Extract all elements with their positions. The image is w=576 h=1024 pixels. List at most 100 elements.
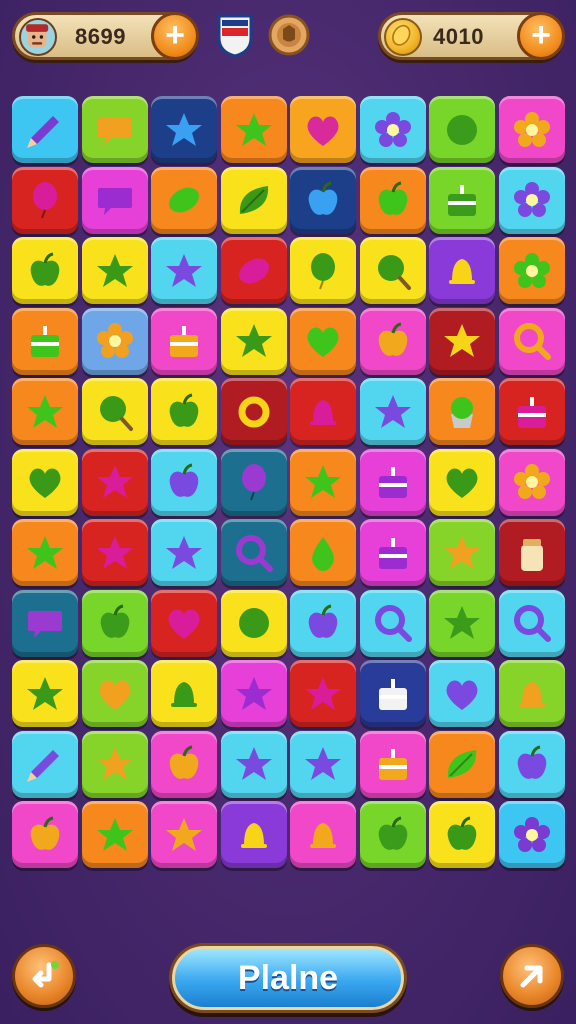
heart-icon xyxy=(446,468,478,498)
tile-pink-star[interactable] xyxy=(151,801,217,868)
tile-green-heart[interactable] xyxy=(81,660,148,727)
tile-pink-cake[interactable] xyxy=(359,730,426,798)
tile-purple-bell[interactable] xyxy=(220,801,287,868)
tile-maroon-jar[interactable] xyxy=(498,519,565,586)
tile-yellow-lollipop[interactable] xyxy=(81,378,148,445)
tile-orange-star[interactable] xyxy=(12,519,78,586)
tile-yellow-heart[interactable] xyxy=(12,448,78,516)
tile-yellow-bell[interactable] xyxy=(151,660,217,727)
tile-amber-heart[interactable] xyxy=(290,96,356,163)
tile-lime-cake[interactable] xyxy=(429,166,495,234)
tile-orange-cake[interactable] xyxy=(12,307,78,375)
tile-cyan-star[interactable] xyxy=(151,519,217,586)
tile-red-star[interactable] xyxy=(290,660,356,727)
tile-yellow-apple[interactable] xyxy=(12,237,78,304)
tile-orange-apple[interactable] xyxy=(359,166,426,234)
tile-yellow-apple[interactable] xyxy=(429,801,495,868)
tile-blue-crayon[interactable] xyxy=(12,96,78,163)
tile-maroon-ring[interactable] xyxy=(220,378,287,445)
tile-cyan-magnifier[interactable] xyxy=(359,589,426,657)
emblem-seal-icon[interactable] xyxy=(268,11,310,59)
tile-navy-star[interactable] xyxy=(151,96,217,163)
tile-cyan-star[interactable] xyxy=(220,730,287,798)
tile-navy-apple[interactable] xyxy=(290,166,356,234)
tile-magenta-cake[interactable] xyxy=(359,519,426,586)
flag-shield-icon[interactable] xyxy=(215,12,255,58)
tile-yellow-star[interactable] xyxy=(220,307,287,375)
tile-orange-drop[interactable] xyxy=(290,519,356,586)
cake-icon xyxy=(448,185,476,216)
forward-button[interactable] xyxy=(500,944,564,1008)
tile-orange-lemon[interactable] xyxy=(151,166,217,234)
tile-cyan-star[interactable] xyxy=(359,378,426,445)
tile-green-star[interactable] xyxy=(429,519,495,586)
tile-pink-cake[interactable] xyxy=(151,307,217,375)
tile-magenta-star[interactable] xyxy=(220,660,287,727)
tile-orange-star[interactable] xyxy=(12,378,78,445)
tile-yellow-lollipop[interactable] xyxy=(359,237,426,304)
tile-magenta-cake[interactable] xyxy=(359,448,426,516)
tile-darkblue-cake[interactable] xyxy=(359,660,426,727)
tile-periwinkle-flower[interactable] xyxy=(81,307,148,375)
tile-pink-apple[interactable] xyxy=(359,307,426,375)
tile-red-cake[interactable] xyxy=(498,378,565,445)
tile-cyan-star[interactable] xyxy=(290,730,356,798)
tile-lime-star[interactable] xyxy=(429,589,495,657)
tile-red-bell[interactable] xyxy=(290,378,356,445)
tile-teal-speech[interactable] xyxy=(12,589,78,657)
tile-yellow-apple[interactable] xyxy=(151,378,217,445)
tile-pink-flower[interactable] xyxy=(498,448,565,516)
tile-cyan-apple[interactable] xyxy=(498,730,565,798)
tile-red-balloon[interactable] xyxy=(12,166,78,234)
tile-cyan-star[interactable] xyxy=(151,237,217,304)
tile-cyan-flower[interactable] xyxy=(359,96,426,163)
tile-orange-heart[interactable] xyxy=(290,307,356,375)
flower-icon xyxy=(513,252,550,288)
tile-orange-star[interactable] xyxy=(220,96,287,163)
tile-red-lemon[interactable] xyxy=(220,237,287,304)
tile-orange-star[interactable] xyxy=(81,801,148,868)
tile-green-speech[interactable] xyxy=(81,96,148,163)
tile-orange-muffin[interactable] xyxy=(429,378,495,445)
tile-maroon-star[interactable] xyxy=(429,307,495,375)
tile-magenta-speech[interactable] xyxy=(81,166,148,234)
tile-lime-circle[interactable] xyxy=(429,96,495,163)
tile-yellow-star[interactable] xyxy=(12,660,78,727)
tile-teal-balloon[interactable] xyxy=(220,448,287,516)
tile-pink-magnifier[interactable] xyxy=(498,307,565,375)
tile-yellow-circle[interactable] xyxy=(220,589,287,657)
tile-cyan-apple[interactable] xyxy=(290,589,356,657)
tile-pink-bell[interactable] xyxy=(290,801,356,868)
tile-teal-magnifier[interactable] xyxy=(220,519,287,586)
tile-red-star[interactable] xyxy=(81,519,148,586)
tile-pink-apple[interactable] xyxy=(12,801,78,868)
tile-blue-flower[interactable] xyxy=(498,801,565,868)
player-avatar-icon[interactable] xyxy=(19,18,57,56)
apple-icon xyxy=(169,463,199,497)
tile-lime-apple[interactable] xyxy=(359,801,426,868)
tile-yellow-balloon[interactable] xyxy=(290,237,356,304)
tile-pink-apple[interactable] xyxy=(151,730,217,798)
tile-green-bell[interactable] xyxy=(498,660,565,727)
tile-red-heart[interactable] xyxy=(151,589,217,657)
tile-yellow-leaf[interactable] xyxy=(220,166,287,234)
tile-cyan-magnifier[interactable] xyxy=(498,589,565,657)
tile-green-star[interactable] xyxy=(81,730,148,798)
add-coins-button[interactable]: + xyxy=(517,12,565,60)
tile-red-star[interactable] xyxy=(81,448,148,516)
tile-pink-flower[interactable] xyxy=(498,96,565,163)
tile-purple-bell[interactable] xyxy=(429,237,495,304)
tile-cyan-crayon[interactable] xyxy=(12,730,78,798)
add-lives-button[interactable]: + xyxy=(151,12,199,60)
back-button[interactable] xyxy=(12,944,76,1008)
tile-cyan-heart[interactable] xyxy=(429,660,495,727)
tile-orange-flower[interactable] xyxy=(498,237,565,304)
play-button[interactable]: Plalne xyxy=(172,946,404,1010)
tile-orange-leaf[interactable] xyxy=(429,730,495,798)
tile-cyan-apple[interactable] xyxy=(151,448,217,516)
tile-lime-apple[interactable] xyxy=(81,589,148,657)
tile-cyan-flower[interactable] xyxy=(498,166,565,234)
tile-orange-star[interactable] xyxy=(290,448,356,516)
tile-yellow-heart[interactable] xyxy=(429,448,495,516)
tile-yellow-star[interactable] xyxy=(81,237,148,304)
